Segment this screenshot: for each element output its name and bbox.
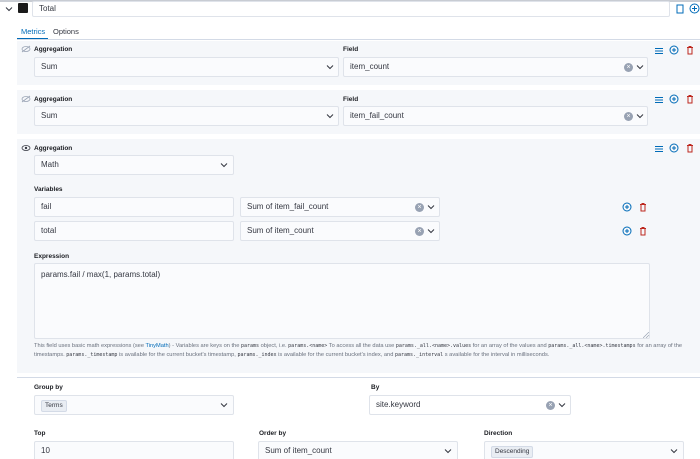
add-variable-icon[interactable] bbox=[622, 226, 632, 236]
variable-metric-select[interactable]: Sum of item_fail_count bbox=[240, 197, 440, 217]
delete-icon[interactable] bbox=[685, 45, 695, 55]
variable-name-input[interactable]: total bbox=[34, 221, 234, 241]
add-metric-icon[interactable] bbox=[669, 94, 679, 104]
resize-handle-icon[interactable] bbox=[643, 332, 649, 338]
chevron-down-icon bbox=[326, 65, 334, 70]
tab-options[interactable]: Options bbox=[53, 27, 79, 36]
eye-closed-icon[interactable] bbox=[21, 45, 31, 53]
variable-metric-select[interactable]: Sum of item_count bbox=[240, 221, 440, 241]
chevron-down-icon bbox=[326, 114, 334, 119]
expression-textarea[interactable]: params.fail / max(1, params.total) bbox=[34, 263, 650, 339]
drag-handle-icon[interactable] bbox=[654, 144, 664, 154]
aggregation-label: Aggregation bbox=[34, 145, 73, 152]
expression-help-text: This field uses basic math expressions (… bbox=[34, 343, 683, 358]
clone-icon[interactable] bbox=[675, 4, 685, 14]
field-select[interactable]: item_count bbox=[343, 57, 648, 77]
add-metric-icon[interactable] bbox=[669, 143, 679, 153]
series-color-swatch[interactable] bbox=[18, 3, 28, 13]
variable-name-input[interactable]: fail bbox=[34, 197, 234, 217]
drag-handle-icon[interactable] bbox=[654, 95, 664, 105]
group-by-select[interactable]: Terms bbox=[34, 395, 234, 415]
eye-icon[interactable] bbox=[21, 144, 31, 152]
chevron-down-icon bbox=[444, 449, 452, 454]
top-label: Top bbox=[34, 430, 46, 437]
clear-icon[interactable]: × bbox=[415, 227, 424, 236]
by-label: By bbox=[371, 384, 380, 391]
chevron-down-icon bbox=[636, 114, 644, 119]
field-label: Field bbox=[343, 96, 359, 103]
add-metric-icon[interactable] bbox=[669, 45, 679, 55]
direction-label: Direction bbox=[484, 430, 513, 437]
chevron-down-icon bbox=[636, 65, 644, 70]
add-series-icon[interactable] bbox=[689, 3, 700, 14]
chevron-down-icon bbox=[220, 163, 228, 168]
chevron-down-icon bbox=[670, 449, 678, 454]
add-variable-icon[interactable] bbox=[622, 202, 632, 212]
order-by-label: Order by bbox=[259, 430, 287, 437]
section-divider bbox=[17, 377, 700, 378]
top-input[interactable]: 10 bbox=[34, 441, 234, 459]
by-field-select[interactable]: site.keyword bbox=[369, 395, 571, 415]
aggregation-label: Aggregation bbox=[34, 96, 73, 103]
chevron-down-icon bbox=[220, 403, 228, 408]
aggregation-select[interactable]: Sum bbox=[34, 57, 339, 77]
chevron-down-icon bbox=[427, 229, 435, 234]
clear-icon[interactable]: × bbox=[546, 401, 555, 410]
aggregation-label: Aggregation bbox=[34, 46, 73, 53]
order-by-select[interactable]: Sum of item_count bbox=[258, 441, 458, 459]
chevron-down-icon bbox=[558, 403, 566, 408]
group-by-label: Group by bbox=[34, 384, 63, 391]
clear-icon[interactable]: × bbox=[415, 203, 424, 212]
clear-icon[interactable]: × bbox=[624, 112, 633, 121]
aggregation-select[interactable]: Math bbox=[34, 155, 234, 175]
series-label-input[interactable]: Total bbox=[32, 1, 670, 17]
delete-icon[interactable] bbox=[685, 143, 695, 153]
expression-label: Expression bbox=[34, 253, 70, 260]
direction-select[interactable]: Descending bbox=[484, 441, 684, 459]
tab-metrics[interactable]: Metrics bbox=[21, 27, 45, 36]
tabs-divider bbox=[17, 39, 700, 40]
chevron-down-icon[interactable] bbox=[4, 4, 14, 14]
delete-icon[interactable] bbox=[685, 94, 695, 104]
group-by-value: Terms bbox=[41, 400, 67, 412]
variables-label: Variables bbox=[34, 186, 63, 193]
eye-closed-icon[interactable] bbox=[21, 95, 31, 103]
clear-icon[interactable]: × bbox=[624, 63, 633, 72]
delete-icon[interactable] bbox=[638, 202, 648, 212]
field-select[interactable]: item_fail_count bbox=[343, 106, 648, 126]
field-label: Field bbox=[343, 46, 359, 53]
delete-icon[interactable] bbox=[638, 226, 648, 236]
chevron-down-icon bbox=[427, 205, 435, 210]
direction-value: Descending bbox=[491, 446, 534, 458]
tinymath-link[interactable]: TinyMath bbox=[145, 343, 168, 349]
drag-handle-icon[interactable] bbox=[654, 46, 664, 56]
aggregation-select[interactable]: Sum bbox=[34, 106, 339, 126]
